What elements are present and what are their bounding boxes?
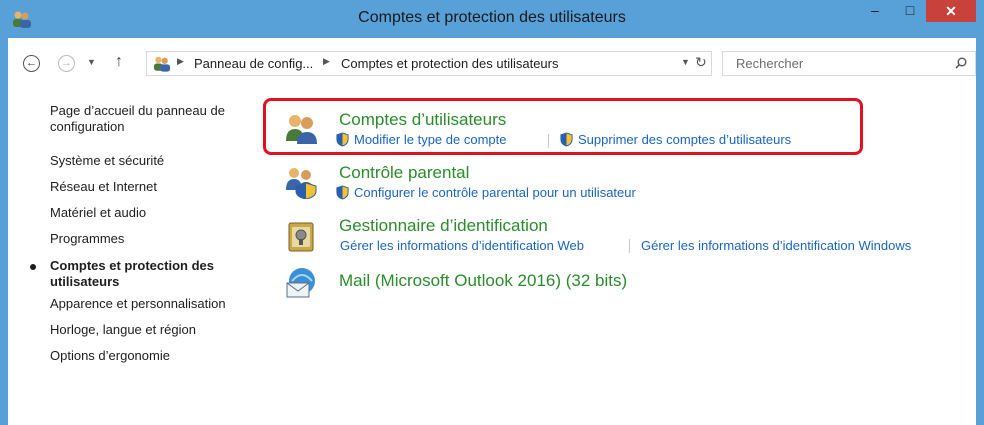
category-title-credential-manager[interactable]: Gestionnaire d’identification: [339, 216, 548, 236]
sidebar-item-ease-of-access[interactable]: Options d’ergonomie: [50, 348, 170, 364]
parental-controls-icon[interactable]: [284, 165, 318, 199]
user-accounts-icon: [153, 56, 171, 72]
title-bar: Comptes et protection des utilisateurs –…: [0, 0, 984, 38]
breadcrumb-separator-icon[interactable]: ▶: [177, 56, 184, 67]
current-section-bullet: [30, 264, 36, 270]
highlight-annotation: [263, 98, 863, 155]
credential-manager-icon[interactable]: [286, 221, 320, 255]
breadcrumb-current[interactable]: Comptes et protection des utilisateurs: [341, 56, 559, 71]
breadcrumb-separator-icon[interactable]: ▶: [323, 56, 330, 67]
link-manage-windows-credentials[interactable]: Gérer les informations d’identification …: [641, 238, 911, 253]
link-manage-web-credentials[interactable]: Gérer les informations d’identification …: [340, 238, 584, 253]
sidebar-item-system-security[interactable]: Système et sécurité: [50, 153, 164, 169]
address-dropdown-icon[interactable]: ▼: [681, 57, 690, 67]
refresh-icon[interactable]: ↻: [695, 54, 707, 71]
forward-button[interactable]: →: [58, 55, 75, 72]
window-border-right: [976, 0, 984, 425]
link-label[interactable]: Configurer le contrôle parental pour un …: [354, 185, 636, 200]
sidebar-item-control-panel-home[interactable]: Page d’accueil du panneau de configurati…: [50, 103, 250, 135]
link-configure-parental-controls[interactable]: Configurer le contrôle parental pour un …: [335, 185, 636, 200]
back-button[interactable]: ←: [23, 55, 40, 72]
breadcrumb-control-panel[interactable]: Panneau de config...: [194, 56, 313, 71]
link-separator: [629, 239, 630, 253]
close-button[interactable]: ✕: [926, 0, 976, 22]
uac-shield-icon: [336, 185, 349, 200]
search-icon[interactable]: [955, 57, 967, 69]
maximize-button[interactable]: □: [895, 2, 925, 24]
sidebar-item-programs[interactable]: Programmes: [50, 231, 124, 247]
category-title-mail[interactable]: Mail (Microsoft Outlook 2016) (32 bits): [339, 271, 627, 291]
category-title-parental-controls[interactable]: Contrôle parental: [339, 163, 469, 183]
search-input[interactable]: Rechercher: [736, 56, 803, 71]
sidebar-item-network-internet[interactable]: Réseau et Internet: [50, 179, 157, 195]
navigation-bar: ← → ▼ ↑ ▶ Panneau de config... ▶ Comptes…: [8, 44, 976, 84]
address-bar[interactable]: ▶ Panneau de config... ▶ Comptes et prot…: [146, 51, 712, 76]
search-box[interactable]: Rechercher: [722, 51, 976, 76]
window-border-left: [0, 0, 8, 425]
up-arrow-icon[interactable]: ↑: [115, 53, 123, 71]
sidebar-item-appearance[interactable]: Apparence et personnalisation: [50, 296, 226, 312]
window-title: Comptes et protection des utilisateurs: [358, 9, 626, 26]
sidebar-item-user-accounts[interactable]: Comptes et protection des utilisateurs: [50, 258, 250, 290]
recent-locations-chevron-icon[interactable]: ▼: [87, 57, 96, 67]
sidebar-item-hardware-sound[interactable]: Matériel et audio: [50, 205, 146, 221]
mail-icon[interactable]: [284, 265, 318, 299]
sidebar-item-clock-region[interactable]: Horloge, langue et région: [50, 322, 196, 338]
minimize-button[interactable]: –: [860, 2, 890, 24]
